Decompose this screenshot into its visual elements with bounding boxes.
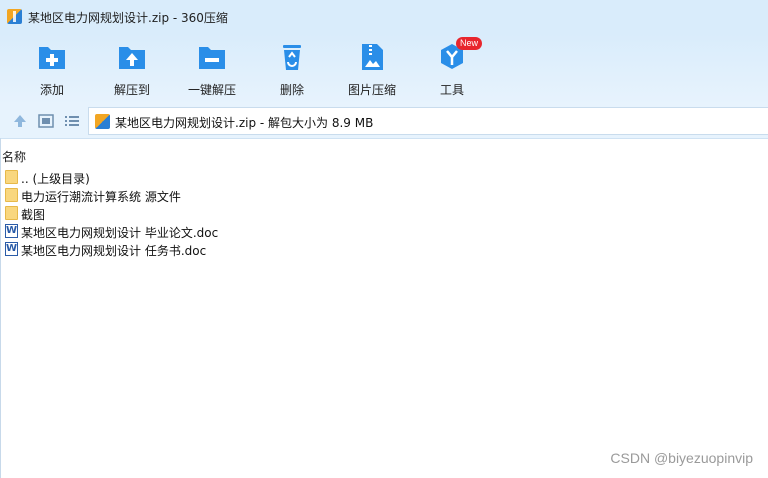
folder-icon [5,170,18,184]
archive-icon [95,114,110,129]
new-badge: New [456,37,483,50]
thumbnail-view-icon[interactable] [37,112,55,130]
file-name: .. (上级目录) [21,172,90,186]
recycle-delete-icon [283,45,301,70]
extract-to-label: 解压到 [113,83,150,97]
image-compress-label: 图片压缩 [347,83,396,97]
path-text: 某地区电力网规划设计.zip - 解包大小为 8.9 MB [115,116,374,130]
list-item[interactable]: W 某地区电力网规划设计 毕业论文.doc [0,222,300,240]
list-item[interactable]: .. (上级目录) [0,168,300,186]
folder-add-icon [39,47,65,69]
folder-icon [5,188,18,202]
list-item[interactable]: 截图 [0,204,300,222]
add-label: 添加 [39,83,64,97]
file-name: 截图 [21,208,46,222]
extract-to-button[interactable]: 解压到 [97,38,167,100]
image-compress-icon [362,44,383,70]
list-item[interactable]: W 某地区电力网规划设计 任务书.doc [0,240,300,258]
image-compress-button[interactable]: 图片压缩 [337,38,407,100]
watermark: CSDN @biyezuopinvip [610,450,753,466]
window-title: 某地区电力网规划设计.zip - 360压缩 [28,11,228,25]
tools-button[interactable]: New 工具 [417,37,487,100]
file-name: 电力运行潮流计算系统 源文件 [21,190,181,204]
folder-icon [5,206,18,220]
add-button[interactable]: 添加 [17,38,87,100]
up-arrow-icon[interactable] [11,112,29,130]
file-name: 某地区电力网规划设计 任务书.doc [21,244,207,258]
one-click-extract-button[interactable]: 一键解压 [177,38,247,100]
one-click-extract-label: 一键解压 [187,83,236,97]
delete-label: 删除 [279,83,304,97]
toolbar: 添加 解压到 一键解压 删除 图片压缩 New 工具 [0,34,768,104]
list-item[interactable]: 电力运行潮流计算系统 源文件 [0,186,300,204]
word-document-icon: W [5,224,18,238]
delete-button[interactable]: 删除 [257,38,327,100]
column-header: 名称 [0,146,768,164]
word-document-icon: W [5,242,18,256]
navigation-bar: 某地区电力网规划设计.zip - 解包大小为 8.9 MB [0,104,768,139]
path-box[interactable]: 某地区电力网规划设计.zip - 解包大小为 8.9 MB [88,107,768,135]
folder-one-click-icon [199,47,225,69]
column-name-header[interactable]: 名称 [2,148,26,165]
tools-label: 工具 [439,83,464,97]
folder-extract-icon [119,47,145,69]
file-name: 某地区电力网规划设计 毕业论文.doc [21,226,219,240]
title-bar: 某地区电力网规划设计.zip - 360压缩 [0,0,768,34]
list-view-icon[interactable] [63,112,81,130]
app-logo-icon [7,9,22,24]
